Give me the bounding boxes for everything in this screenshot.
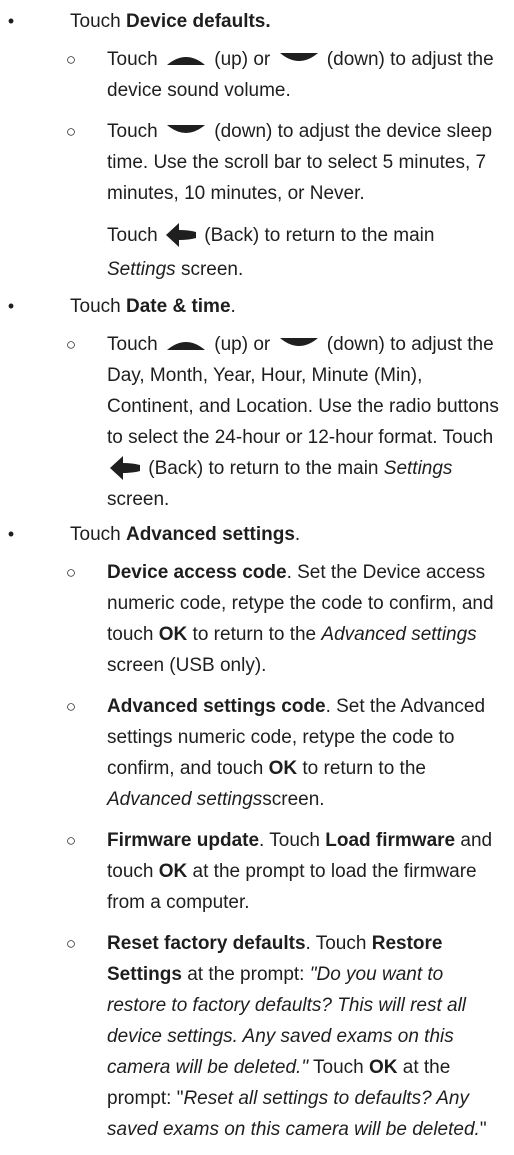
period: . [294,524,301,545]
advanced-settings-screen-name: Advanced settings [107,789,263,810]
ok-label: OK [268,758,298,779]
period: . [230,296,236,317]
description-text: to return to the [302,758,426,779]
sub-item-advanced-settings-code: ○ Advanced settings code. Set the Advanc… [0,691,514,815]
reset-factory-defaults-title: Reset factory defaults [107,933,306,954]
bullet-date-time: • Touch Date & time. [0,291,514,322]
up-text: (up) or [214,334,271,355]
back-arrow-icon [165,222,196,247]
back-text: (Back) to return to the main [148,458,379,479]
advanced-settings-label: Advanced settings [125,524,295,545]
up-text: (up) or [214,49,271,70]
sub-bullet-marker: ○ [65,335,77,354]
firmware-update-title: Firmware update [107,830,260,851]
settings-screen-name: Settings [383,458,453,479]
description-text: screen. [262,789,325,810]
touch-text: Touch [70,11,121,32]
description-text: to return to the [192,624,317,645]
down-text: (down) to adjust the Day, Month, Year, H… [107,334,499,448]
bullet-advanced-settings: • Touch Advanced settings. [0,519,514,550]
back-instruction: Touch (Back) to return to the main Setti… [0,219,514,287]
touch-text: Touch [70,296,121,317]
advanced-settings-code-title: Advanced settings code [107,696,326,717]
device-defaults-label: Device defaults. [125,11,271,32]
sub-item-date-time: ○ Touch (up) or (down) to adjust the Day… [0,329,514,515]
screen-text: screen. [107,489,170,510]
description-text: screen (USB only). [107,655,267,676]
bullet-device-defaults: • Touch Device defaults. [0,6,514,37]
ok-label: OK [369,1057,398,1078]
bullet-marker: • [7,296,15,316]
description-text: " [479,1119,487,1140]
sub-bullet-marker: ○ [65,697,77,716]
document: • Touch Device defaults. ○ Touch (up) or… [0,0,514,1145]
advanced-settings-screen-name: Advanced settings [321,624,477,645]
settings-screen-name: Settings [107,259,176,280]
load-firmware-label: Load firmware [325,830,456,851]
date-time-label: Date & time [125,296,231,317]
sub-bullet-marker: ○ [65,122,77,141]
sub-bullet-marker: ○ [65,934,77,953]
bullet-marker: • [7,11,15,31]
sub-item-sleep-time: ○ Touch (down) to adjust the device slee… [0,116,514,209]
sub-item-firmware-update: ○ Firmware update. Touch Load firmware a… [0,825,514,918]
touch-text: Touch [107,334,158,355]
sub-bullet-marker: ○ [65,50,77,69]
up-arrow-icon [166,56,205,65]
touch-text: Touch [107,49,158,70]
bullet-marker: • [7,524,15,544]
description-text: Touch [313,1057,364,1078]
down-arrow-icon [279,337,318,346]
touch-text: Touch [70,524,121,545]
back-text: (Back) to return to the main [204,225,435,246]
sub-item-sound-volume: ○ Touch (up) or (down) to adjust the dev… [0,44,514,106]
up-arrow-icon [166,341,205,350]
device-access-code-title: Device access code [107,562,287,583]
back-arrow-icon [110,455,140,480]
sub-bullet-marker: ○ [65,831,77,850]
touch-text: Touch [107,225,158,246]
description-text: . Touch [259,830,320,851]
description-text: . Touch [305,933,367,954]
down-arrow-icon [279,52,318,61]
touch-text: Touch [107,121,158,142]
ok-label: OK [158,861,188,882]
sub-item-device-access-code: ○ Device access code. Set the Device acc… [0,557,514,681]
sub-bullet-marker: ○ [65,563,77,582]
down-arrow-icon [166,124,205,133]
ok-label: OK [158,624,188,645]
screen-text: screen. [180,259,244,280]
description-text: at the prompt: [187,964,305,985]
sub-item-reset-factory-defaults: ○ Reset factory defaults. Touch Restore … [0,928,514,1145]
